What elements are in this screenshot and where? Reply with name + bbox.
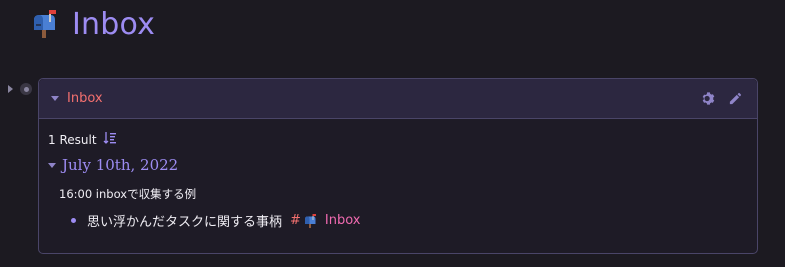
date-group-header[interactable]: July 10th, 2022 <box>48 156 178 174</box>
pencil-icon[interactable] <box>728 91 743 106</box>
mailbox-icon <box>30 10 58 38</box>
gear-icon[interactable] <box>701 91 716 106</box>
page-title-row: Inbox <box>30 4 155 44</box>
block-collapse-arrow[interactable] <box>8 85 13 93</box>
tag-hash[interactable]: # <box>290 213 301 228</box>
child-text: 思い浮かんだタスクに関する事柄 <box>87 215 283 230</box>
date-group-title[interactable]: July 10th, 2022 <box>62 156 178 174</box>
result-count-row: 1 Result <box>48 131 117 148</box>
page-title: Inbox <box>72 6 156 42</box>
query-header[interactable]: Inbox <box>39 79 757 119</box>
query-block: Inbox 1 Result July 10th, 2022 16:00 inb… <box>38 78 758 254</box>
journal-entry[interactable]: 16:00 inboxで収集する例 <box>59 186 196 202</box>
child-block[interactable]: 思い浮かんだタスクに関する事柄 # Inbox <box>71 211 361 230</box>
date-collapse-toggle-icon[interactable] <box>48 162 56 168</box>
child-bullet[interactable] <box>71 218 76 223</box>
mailbox-icon <box>303 213 317 228</box>
query-collapse-toggle-icon[interactable] <box>51 96 59 101</box>
block-bullet[interactable] <box>20 83 32 95</box>
tag-link-inbox[interactable]: Inbox <box>325 213 361 228</box>
query-title: Inbox <box>67 91 103 106</box>
sort-icon[interactable] <box>103 131 117 148</box>
query-header-actions <box>701 91 743 106</box>
result-count: 1 Result <box>48 132 97 147</box>
page: Inbox Inbox 1 Result July 10th, 2022 16:… <box>0 0 785 267</box>
